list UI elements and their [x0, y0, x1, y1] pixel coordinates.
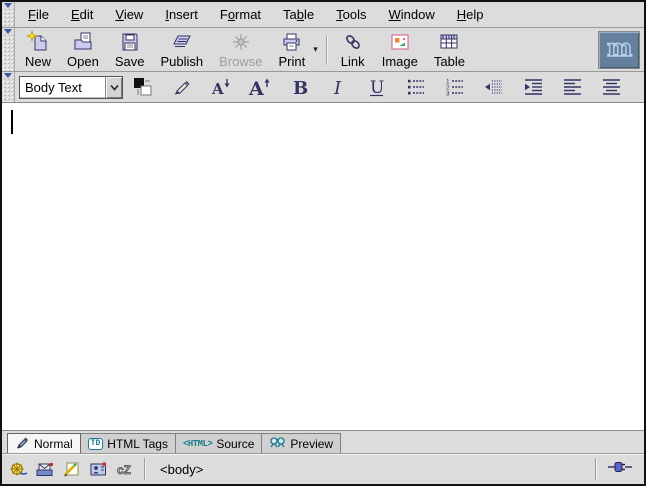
menu-file[interactable]: File — [17, 2, 60, 27]
text-color-swatch-icon — [131, 75, 155, 99]
publish-button[interactable]: Publish — [152, 28, 211, 71]
status-bar: cZ <body> — [2, 453, 644, 484]
preview-eyes-icon — [269, 435, 286, 452]
svg-text:A: A — [211, 80, 224, 98]
composer-window: File Edit View Insert Format Table Tools… — [0, 0, 646, 486]
bulleted-list-icon — [404, 75, 428, 99]
highlight-color-button[interactable] — [162, 74, 201, 101]
browse-button[interactable]: Browse — [211, 28, 270, 71]
toolbar-grippy[interactable] — [2, 28, 15, 71]
element-path[interactable]: <body> — [148, 462, 593, 477]
tab-preview[interactable]: Preview — [261, 433, 341, 453]
indent-icon — [521, 75, 545, 99]
underline-icon: U — [365, 75, 389, 99]
menu-format[interactable]: Format — [209, 2, 272, 27]
toolbar-separator — [326, 35, 328, 65]
paragraph-style-select[interactable]: Body Text — [19, 76, 123, 99]
svg-text:I: I — [333, 78, 342, 99]
composer-icon[interactable] — [62, 461, 82, 477]
svg-text:B: B — [293, 78, 308, 99]
font-larger-icon: A — [247, 75, 273, 99]
numbered-list-icon: 123 — [443, 75, 467, 99]
html-brackets-icon: <HTML> — [183, 439, 212, 449]
link-button[interactable]: Link — [332, 28, 374, 71]
toolbar-spacer — [473, 28, 598, 71]
menu-view[interactable]: View — [104, 2, 154, 27]
menu-edit[interactable]: Edit — [60, 2, 104, 27]
align-center-button[interactable] — [591, 74, 630, 101]
mail-icon[interactable] — [35, 461, 55, 477]
brush-icon — [15, 435, 30, 452]
table-grid-icon — [436, 30, 462, 54]
menu-table[interactable]: Table — [272, 2, 325, 27]
mozilla-throbber[interactable]: m — [598, 31, 640, 69]
align-left-button[interactable] — [552, 74, 591, 101]
save-button[interactable]: Save — [107, 28, 153, 71]
bold-button[interactable]: B — [279, 74, 318, 101]
decrease-font-size-button[interactable]: A — [201, 74, 240, 101]
chain-link-icon — [340, 30, 366, 54]
menu-window[interactable]: Window — [378, 2, 446, 27]
tab-html-tags[interactable]: TD HTML Tags — [80, 433, 176, 453]
online-status-button[interactable] — [599, 460, 641, 479]
picture-icon — [387, 30, 413, 54]
main-toolbar: New Open — [2, 28, 644, 72]
svg-text:A: A — [248, 78, 264, 99]
component-bar: cZ — [5, 461, 142, 477]
tab-source[interactable]: <HTML> Source — [175, 433, 262, 453]
plug-online-icon — [607, 460, 633, 479]
table-button[interactable]: Table — [426, 28, 473, 71]
italic-icon: I — [326, 75, 350, 99]
bold-icon: B — [287, 75, 311, 99]
printer-icon — [279, 30, 305, 54]
numbered-list-button[interactable]: 123 — [435, 74, 474, 101]
print-button[interactable]: Print — [270, 28, 313, 71]
toolbar-grippy[interactable] — [2, 2, 15, 27]
font-smaller-icon: A — [208, 75, 234, 99]
svg-text:cZ: cZ — [117, 463, 131, 477]
italic-button[interactable]: I — [318, 74, 357, 101]
increase-font-size-button[interactable]: A — [240, 74, 279, 101]
paragraph-style-value: Body Text — [20, 80, 105, 95]
new-button[interactable]: New — [17, 28, 59, 71]
chevron-down-icon[interactable] — [105, 77, 122, 98]
save-floppy-icon — [117, 30, 143, 54]
svg-text:3: 3 — [446, 90, 450, 97]
align-center-icon — [599, 75, 623, 99]
element-path-text: <body> — [160, 462, 203, 477]
text-color-picker[interactable] — [123, 74, 162, 101]
tab-normal[interactable]: Normal — [7, 433, 81, 453]
open-button[interactable]: Open — [59, 28, 107, 71]
format-toolbar: Body Text — [2, 72, 644, 103]
new-page-icon — [25, 30, 51, 54]
outdent-button[interactable] — [474, 74, 513, 101]
addressbook-icon[interactable] — [89, 461, 109, 477]
chatzilla-icon[interactable]: cZ — [116, 461, 136, 477]
menu-tools[interactable]: Tools — [325, 2, 377, 27]
open-folder-icon — [70, 30, 96, 54]
image-button[interactable]: Image — [374, 28, 426, 71]
menu-insert[interactable]: Insert — [154, 2, 209, 27]
navigator-icon[interactable] — [8, 461, 28, 477]
indent-button[interactable] — [513, 74, 552, 101]
highlight-pen-icon — [170, 75, 194, 99]
bulleted-list-button[interactable] — [396, 74, 435, 101]
statusbar-separator — [144, 458, 146, 480]
outdent-icon — [482, 75, 506, 99]
browse-sparkle-icon — [228, 30, 254, 54]
svg-text:m: m — [607, 33, 632, 62]
statusbar-separator — [595, 458, 597, 480]
document-edit-area[interactable] — [2, 103, 644, 430]
menu-bar: File Edit View Insert Format Table Tools… — [2, 2, 644, 28]
text-caret — [11, 110, 13, 134]
toolbar-grippy[interactable] — [2, 72, 15, 102]
align-left-icon — [560, 75, 584, 99]
td-tag-icon: TD — [88, 438, 104, 450]
menu-help[interactable]: Help — [446, 2, 495, 27]
print-dropdown-arrow[interactable]: ▾ — [313, 44, 322, 55]
publish-icon — [169, 30, 195, 54]
edit-mode-tabstrip: Normal TD HTML Tags <HTML> Source Previe… — [2, 430, 644, 453]
mozilla-m-logo-icon: m — [602, 31, 636, 68]
underline-button[interactable]: U — [357, 74, 396, 101]
